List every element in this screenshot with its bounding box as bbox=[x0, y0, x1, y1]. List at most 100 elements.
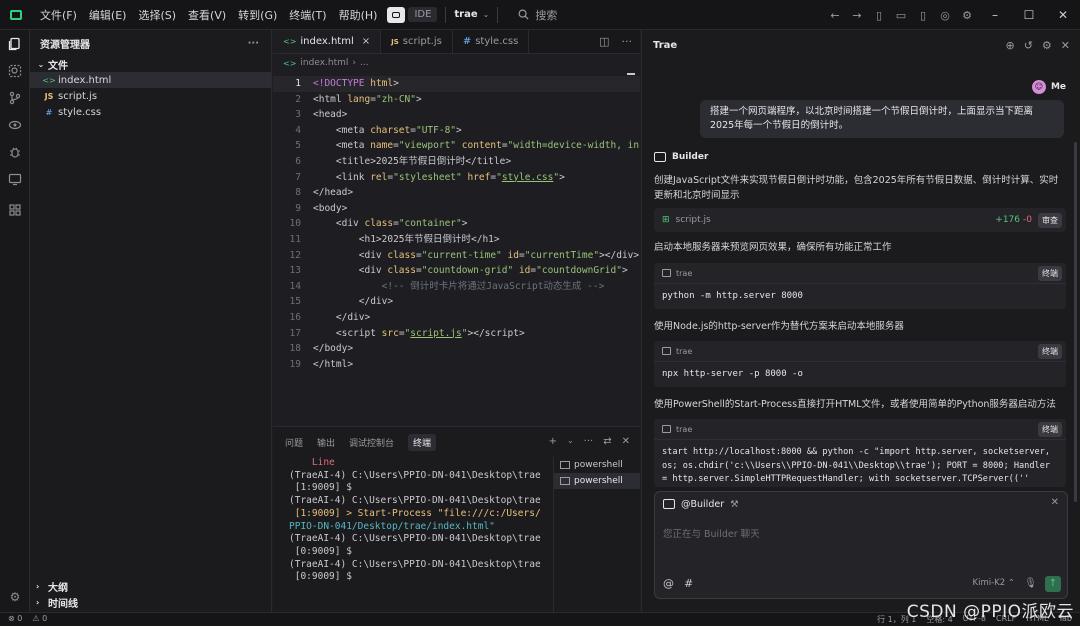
account-icon[interactable]: ◎ bbox=[934, 9, 956, 22]
menu-help[interactable]: 帮助(H) bbox=[333, 7, 384, 23]
close-panel-icon[interactable]: ✕ bbox=[622, 436, 630, 447]
minimize-button[interactable]: – bbox=[978, 8, 1012, 22]
project-name[interactable]: trae bbox=[454, 9, 477, 20]
search-box[interactable]: 搜索 bbox=[518, 7, 557, 23]
menu-view[interactable]: 查看(V) bbox=[182, 7, 232, 23]
forward-arrow-icon[interactable]: → bbox=[846, 9, 868, 22]
tab-problems[interactable]: 问题 bbox=[285, 436, 303, 449]
manage-gear-icon[interactable]: ⚙ bbox=[0, 583, 30, 610]
breadcrumb-file[interactable]: index.html bbox=[300, 58, 348, 68]
file-name: script.js bbox=[58, 90, 98, 102]
warning-count[interactable]: ⚠ 0 bbox=[32, 614, 47, 623]
folder-section[interactable]: ⌄ 文件 bbox=[30, 56, 271, 72]
chat-input-box[interactable]: @Builder ⚒ ✕ 您正在与 Builder 聊天 @ # Kimi-K2… bbox=[654, 491, 1068, 599]
explorer-header: 资源管理器 ··· bbox=[30, 30, 271, 56]
user-avatar-icon: ☺ bbox=[1031, 80, 1046, 94]
file-item-script-js[interactable]: JS script.js bbox=[30, 88, 271, 104]
mention-at-icon[interactable]: @ bbox=[663, 577, 674, 590]
outline-section[interactable]: › 大纲 bbox=[30, 578, 272, 594]
breadcrumb-more[interactable]: ... bbox=[360, 58, 369, 68]
menu-go[interactable]: 转到(G) bbox=[232, 7, 283, 23]
agent-tools-icon[interactable]: ⚒ bbox=[730, 499, 739, 510]
ai-chat-panel: Trae ⊕ ↺ ⚙ ✕ ☺ Me 搭建一个网页端程序，以北京时间搭建一个节假日… bbox=[641, 30, 1080, 612]
search-icon[interactable] bbox=[0, 57, 30, 84]
code-line: 13 <div class="countdown-grid" id="count… bbox=[289, 265, 628, 277]
agent-mention[interactable]: @Builder bbox=[681, 499, 724, 510]
chevron-down-icon[interactable]: ⌄ bbox=[567, 436, 574, 447]
toggle-panel-icon[interactable]: ▭ bbox=[890, 9, 912, 22]
open-terminal-button[interactable]: 终端 bbox=[1038, 344, 1062, 359]
terminal-actions: + ⌄ ··· ⇄ ✕ bbox=[549, 436, 630, 447]
file-item-style-css[interactable]: # style.css bbox=[30, 104, 271, 120]
source-control-icon[interactable] bbox=[0, 84, 30, 111]
extensions-icon[interactable] bbox=[0, 196, 30, 223]
eye-preview-icon[interactable] bbox=[0, 111, 30, 138]
diff-stats: +176 -0 bbox=[995, 215, 1032, 225]
bot-label: Builder bbox=[654, 152, 708, 162]
settings-gear-icon[interactable]: ⚙ bbox=[956, 9, 978, 22]
file-item-index-html[interactable]: <> index.html bbox=[30, 72, 271, 88]
hashtag-icon[interactable]: # bbox=[684, 577, 693, 590]
send-button[interactable]: ↑ bbox=[1045, 576, 1061, 592]
code-editor[interactable]: 1 <!DOCTYPE html> 2 <html lang="zh-CN"> 3 <… bbox=[273, 72, 640, 372]
toggle-sidebar-icon[interactable]: ▯ bbox=[868, 9, 890, 22]
remote-display-icon[interactable] bbox=[0, 165, 30, 192]
open-terminal-button[interactable]: 终端 bbox=[1038, 266, 1062, 281]
menu-selection[interactable]: 选择(S) bbox=[132, 7, 182, 23]
close-tab-icon[interactable]: × bbox=[362, 36, 370, 47]
terminal-output[interactable]: Line (TraeAI-4) C:\Users\PPIO-DN-041\Des… bbox=[273, 457, 549, 613]
settings-gear-icon[interactable]: ⚙ bbox=[1042, 39, 1052, 52]
toggle-secondary-sidebar-icon[interactable]: ▯ bbox=[912, 9, 934, 22]
command-text: npx http-server -p 8000 -o bbox=[654, 361, 1066, 388]
open-terminal-button[interactable]: 终端 bbox=[1038, 422, 1062, 437]
model-selector[interactable]: Kimi-K2 ⌃ bbox=[973, 578, 1015, 588]
tab-output[interactable]: 输出 bbox=[317, 436, 335, 449]
chevron-right-icon: › bbox=[36, 581, 40, 591]
more-actions-icon[interactable]: ··· bbox=[248, 38, 259, 49]
code-line: 1 <!DOCTYPE html> bbox=[273, 76, 640, 92]
user-label: ☺ Me bbox=[1031, 80, 1066, 94]
css-file-icon: # bbox=[462, 36, 472, 47]
back-arrow-icon[interactable]: ← bbox=[824, 9, 846, 22]
microphone-icon[interactable]: 🎙 bbox=[1024, 578, 1037, 589]
activity-bar: ⚙ bbox=[0, 30, 30, 612]
tab-index-html[interactable]: <> index.html × bbox=[273, 30, 382, 53]
more-actions-icon[interactable]: ··· bbox=[584, 436, 594, 447]
more-actions-icon[interactable]: ··· bbox=[622, 35, 633, 48]
tab-script-js[interactable]: JS script.js bbox=[381, 30, 453, 53]
debug-bug-icon[interactable] bbox=[0, 138, 30, 165]
editor-tabs: <> index.html × JS script.js # style.css… bbox=[273, 30, 640, 54]
error-count[interactable]: ⊗ 0 bbox=[8, 614, 22, 623]
review-button[interactable]: 审查 bbox=[1038, 212, 1062, 228]
file-change-card[interactable]: ⊞ script.js +176 -0 审查 bbox=[654, 208, 1066, 232]
new-chat-icon[interactable]: ⊕ bbox=[1005, 39, 1014, 52]
chevron-right-icon: › bbox=[36, 597, 40, 607]
chat-scrollbar[interactable] bbox=[1074, 142, 1077, 502]
terminal-session[interactable]: powershell bbox=[554, 457, 640, 473]
close-window-button[interactable]: ✕ bbox=[1046, 8, 1080, 22]
terminal-session[interactable]: powershell bbox=[554, 473, 640, 489]
terminal-line: (TraeAI-4) C:\Users\PPIO-DN-041\Desktop\… bbox=[289, 495, 541, 507]
close-icon[interactable]: ✕ bbox=[1051, 497, 1059, 508]
terminal-icon bbox=[560, 477, 570, 485]
tab-debug-console[interactable]: 调试控制台 bbox=[349, 436, 394, 449]
watermark: CSDN @PPIO派欧云 bbox=[906, 602, 1074, 622]
explorer-files-icon[interactable] bbox=[0, 30, 30, 57]
ide-icon bbox=[387, 6, 406, 23]
tab-terminal[interactable]: 终端 bbox=[408, 433, 437, 451]
close-icon[interactable]: ✕ bbox=[1061, 39, 1070, 52]
maximize-button[interactable]: ☐ bbox=[1012, 8, 1046, 22]
chevron-down-icon[interactable]: ⌄ bbox=[483, 10, 490, 19]
split-editor-icon[interactable]: ◫ bbox=[599, 35, 609, 48]
menu-terminal[interactable]: 终端(T) bbox=[283, 7, 332, 23]
new-terminal-plus-icon[interactable]: + bbox=[549, 436, 557, 447]
menu-edit[interactable]: 编辑(E) bbox=[83, 7, 133, 23]
menu-file[interactable]: 文件(F) bbox=[34, 7, 83, 23]
chat-input-field[interactable]: 您正在与 Builder 聊天 bbox=[663, 526, 760, 540]
tab-style-css[interactable]: # style.css bbox=[453, 30, 530, 53]
ide-mode-toggle[interactable]: IDE bbox=[387, 6, 438, 23]
history-icon[interactable]: ↺ bbox=[1024, 39, 1033, 52]
timeline-section[interactable]: › 时间线 bbox=[30, 594, 272, 610]
split-terminal-icon[interactable]: ⇄ bbox=[603, 436, 611, 447]
chat-input-header: @Builder ⚒ ✕ bbox=[655, 492, 1067, 516]
